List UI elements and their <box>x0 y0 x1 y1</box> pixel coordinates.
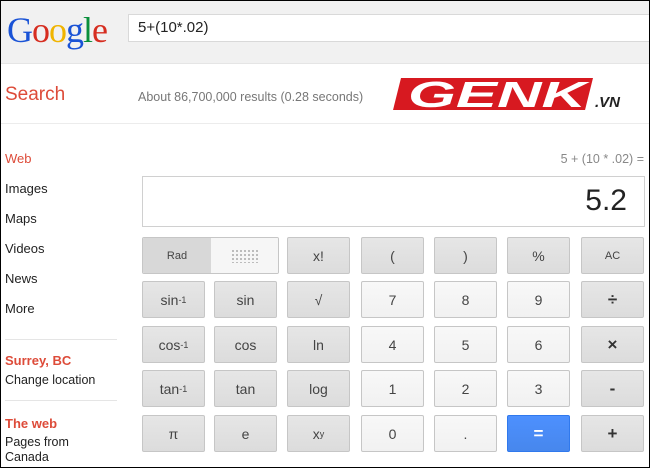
inverse-superscript: -1 <box>178 294 187 305</box>
digit-1-button[interactable]: 1 <box>361 370 424 407</box>
rad-option[interactable]: Rad <box>143 238 211 273</box>
sidebar-item-images[interactable]: Images <box>5 181 48 211</box>
ln-button[interactable]: ln <box>287 326 350 363</box>
calc-display: 5.2 <box>142 176 645 227</box>
logo-letter: g <box>66 10 84 50</box>
arctan-label: tan <box>159 380 180 397</box>
top-bar: Google 5+(10*.02) <box>1 1 649 63</box>
arccos-button[interactable]: cos -1 <box>142 326 205 363</box>
tan-button[interactable]: tan <box>214 370 277 407</box>
e-button[interactable]: e <box>214 415 277 452</box>
rad-deg-toggle[interactable]: Rad <box>142 237 279 274</box>
the-web-title: The web <box>5 416 58 431</box>
results-stats: About 86,700,000 results (0.28 seconds) <box>138 90 364 104</box>
pi-button[interactable]: π <box>142 415 205 452</box>
logo-letter: l <box>83 10 93 50</box>
sidebar-nav: Web Images Maps Videos News More <box>5 151 48 331</box>
add-button[interactable]: + <box>581 415 644 452</box>
all-clear-button[interactable]: AC <box>581 237 644 274</box>
top-divider <box>1 63 649 64</box>
digit-3-button[interactable]: 3 <box>507 370 570 407</box>
inverse-superscript: -1 <box>179 383 188 394</box>
arccos-label: cos <box>158 336 181 353</box>
digit-8-button[interactable]: 8 <box>434 281 497 318</box>
digit-2-button[interactable]: 2 <box>434 370 497 407</box>
search-input[interactable]: 5+(10*.02) <box>128 14 649 42</box>
sin-button[interactable]: sin <box>214 281 277 318</box>
arcsin-label: sin <box>160 291 179 308</box>
change-location-link[interactable]: Change location <box>5 373 95 387</box>
percent-button[interactable]: % <box>507 237 570 274</box>
genk-watermark-text: GENK <box>408 74 591 114</box>
decimal-point-button[interactable]: . <box>434 415 497 452</box>
page-title: Search <box>5 84 66 105</box>
genk-watermark-suffix: .VN <box>595 94 621 111</box>
sidebar-item-web[interactable]: Web <box>5 151 48 181</box>
digit-6-button[interactable]: 6 <box>507 326 570 363</box>
subtract-button[interactable]: - <box>581 370 644 407</box>
arcsin-button[interactable]: sin -1 <box>142 281 205 318</box>
logo-letter: o <box>49 10 67 50</box>
power-label: x <box>312 425 320 442</box>
equals-button[interactable]: = <box>507 415 570 452</box>
digit-7-button[interactable]: 7 <box>361 281 424 318</box>
header-divider <box>1 123 649 124</box>
cos-button[interactable]: cos <box>214 326 277 363</box>
power-superscript: y <box>319 428 325 439</box>
digit-5-button[interactable]: 5 <box>434 326 497 363</box>
sidebar-item-videos[interactable]: Videos <box>5 241 48 271</box>
arctan-button[interactable]: tan -1 <box>142 370 205 407</box>
sqrt-button[interactable]: √ <box>287 281 350 318</box>
calc-expression: 5 + (10 * .02) = <box>560 152 644 166</box>
factorial-button[interactable]: x! <box>287 237 350 274</box>
log-button[interactable]: log <box>287 370 350 407</box>
digit-9-button[interactable]: 9 <box>507 281 570 318</box>
divide-button[interactable]: ÷ <box>581 281 644 318</box>
right-paren-button[interactable]: ) <box>434 237 497 274</box>
sidebar-item-more[interactable]: More <box>5 301 48 331</box>
sidebar-divider <box>5 339 117 340</box>
multiply-button[interactable]: × <box>581 326 644 363</box>
calc-result: 5.2 <box>585 184 627 217</box>
google-logo[interactable]: Google <box>7 9 108 51</box>
digit-4-button[interactable]: 4 <box>361 326 424 363</box>
digit-0-button[interactable]: 0 <box>361 415 424 452</box>
sidebar-item-news[interactable]: News <box>5 271 48 301</box>
inverse-superscript: -1 <box>180 339 189 350</box>
sidebar-divider <box>5 400 117 401</box>
deg-option[interactable] <box>211 238 278 273</box>
genk-watermark-logo: GENK .VN <box>393 74 621 114</box>
sidebar-item-maps[interactable]: Maps <box>5 211 48 241</box>
location-title: Surrey, BC <box>5 353 72 368</box>
logo-letter: e <box>92 10 108 50</box>
logo-letter: G <box>7 10 33 50</box>
pages-from-canada-link[interactable]: Pages from Canada <box>5 435 115 465</box>
power-button[interactable]: xy <box>287 415 350 452</box>
deg-placeholder <box>230 248 259 263</box>
logo-letter: o <box>32 10 50 50</box>
left-paren-button[interactable]: ( <box>361 237 424 274</box>
